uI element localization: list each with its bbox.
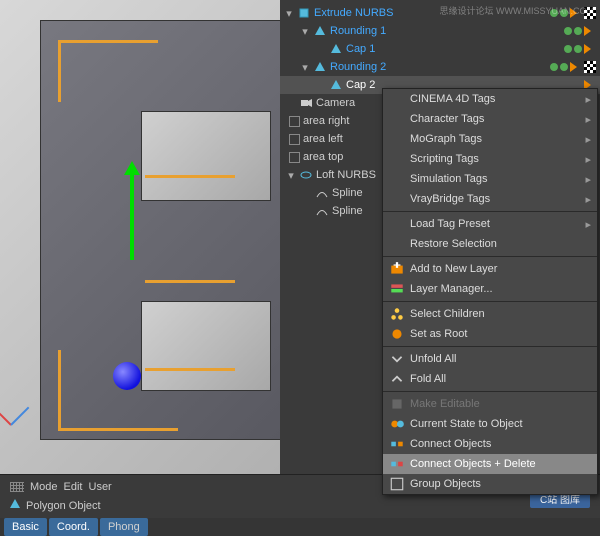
connect-delete-icon [389, 456, 405, 472]
tree-item-rounding2[interactable]: ▾ Rounding 2 [280, 58, 600, 76]
menu-separator [383, 301, 597, 302]
expand-icon[interactable]: ▾ [286, 169, 296, 182]
menu-connect-objects[interactable]: Connect Objects [383, 434, 597, 454]
menu-restore-selection[interactable]: Restore Selection [383, 234, 597, 254]
extrude-icon [297, 6, 311, 20]
menu-c4d-tags[interactable]: CINEMA 4D Tags▸ [383, 89, 597, 109]
menu-simulation-tags[interactable]: Simulation Tags▸ [383, 169, 597, 189]
select-children-icon [389, 306, 405, 322]
tree-label: Cap 1 [346, 43, 600, 55]
menu-mograph-tags[interactable]: MoGraph Tags▸ [383, 129, 597, 149]
selection-edge [58, 350, 61, 428]
menu-unfold-all[interactable]: Unfold All [383, 349, 597, 369]
visibility-checkbox[interactable] [289, 152, 300, 163]
selection-edge [58, 40, 158, 43]
expand-icon[interactable]: ▾ [300, 25, 310, 38]
extruded-letter [40, 20, 300, 440]
menu-load-preset[interactable]: Load Tag Preset▸ [383, 214, 597, 234]
tree-label: Rounding 1 [330, 25, 600, 37]
group-icon [389, 476, 405, 492]
y-axis-arrow[interactable] [130, 165, 134, 260]
menu-make-editable: Make Editable [383, 394, 597, 414]
viewport-3d[interactable] [0, 0, 290, 480]
menu-group-objects[interactable]: Group Objects [383, 474, 597, 494]
selection-edge [58, 42, 61, 102]
grid-icon [10, 482, 24, 492]
tree-item-rounding1[interactable]: ▾ Rounding 1 [280, 22, 600, 40]
menu-separator [383, 211, 597, 212]
tab-basic[interactable]: Basic [4, 518, 47, 536]
menu-separator [383, 256, 597, 257]
visibility-checkbox[interactable] [289, 134, 300, 145]
menu-separator [383, 391, 597, 392]
fold-icon [389, 371, 405, 387]
mode-label[interactable]: Mode [30, 481, 58, 493]
menu-vray-tags[interactable]: VrayBridge Tags▸ [383, 189, 597, 209]
menu-select-children[interactable]: Select Children [383, 304, 597, 324]
spline-icon [315, 186, 329, 200]
visibility-checkbox[interactable] [289, 116, 300, 127]
editable-icon [389, 396, 405, 412]
user-label[interactable]: User [89, 481, 112, 493]
polygon-icon [8, 497, 22, 514]
loft-icon [299, 168, 313, 182]
menu-fold-all[interactable]: Fold All [383, 369, 597, 389]
context-menu[interactable]: CINEMA 4D Tags▸ Character Tags▸ MoGraph … [382, 88, 598, 495]
camera-icon [299, 96, 313, 110]
cap-icon [313, 24, 327, 38]
tab-coord[interactable]: Coord. [49, 518, 98, 536]
selection-edge [58, 428, 178, 431]
menu-layer-manager[interactable]: Layer Manager... [383, 279, 597, 299]
letter-cutout [141, 111, 271, 201]
tab-phong[interactable]: Phong [100, 518, 148, 536]
menu-separator [383, 346, 597, 347]
edit-label[interactable]: Edit [64, 481, 83, 493]
selection-edge [145, 175, 235, 178]
object-type-label: Polygon Object [26, 500, 101, 512]
menu-current-state[interactable]: Current State to Object [383, 414, 597, 434]
menu-scripting-tags[interactable]: Scripting Tags▸ [383, 149, 597, 169]
menu-set-root[interactable]: Set as Root [383, 324, 597, 344]
selection-edge [145, 368, 235, 371]
expand-icon[interactable]: ▾ [284, 7, 294, 20]
tree-item-cap1[interactable]: Cap 1 [280, 40, 600, 58]
layer-manager-icon [389, 281, 405, 297]
layer-add-icon [389, 261, 405, 277]
spline-icon [315, 204, 329, 218]
state-icon [389, 416, 405, 432]
menu-connect-delete[interactable]: Connect Objects + Delete [383, 454, 597, 474]
connect-icon [389, 436, 405, 452]
unfold-icon [389, 351, 405, 367]
menu-add-to-layer[interactable]: Add to New Layer [383, 259, 597, 279]
cap-icon [329, 42, 343, 56]
watermark-top: 思缘设计论坛 WWW.MISSYUAN.COM [440, 4, 595, 17]
menu-character-tags[interactable]: Character Tags▸ [383, 109, 597, 129]
origin-sphere[interactable] [113, 362, 141, 390]
selection-edge [145, 280, 235, 283]
expand-icon[interactable]: ▾ [300, 61, 310, 74]
cap-icon [313, 60, 327, 74]
cap-icon [329, 78, 343, 92]
letter-cutout [141, 301, 271, 391]
root-icon [389, 326, 405, 342]
